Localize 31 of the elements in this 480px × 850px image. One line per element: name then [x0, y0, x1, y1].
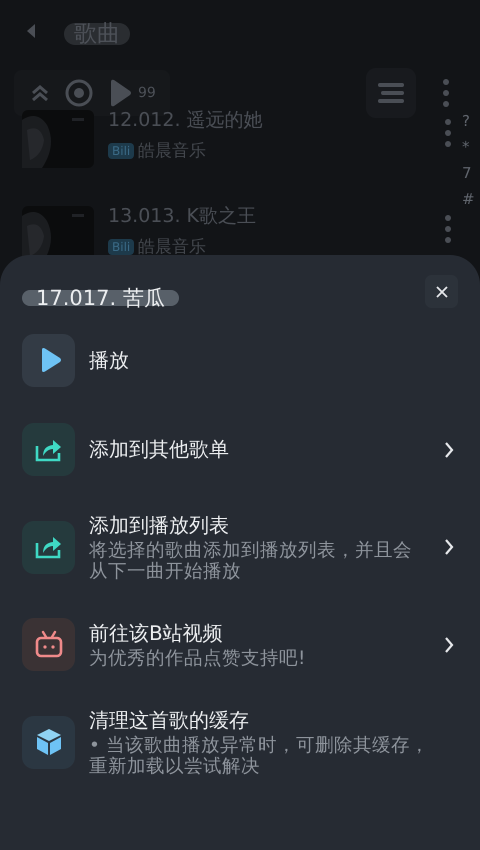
item-title: 前往该B站视频: [89, 620, 224, 647]
sheet-title: 17.017. 苦瓜: [22, 290, 179, 306]
close-icon: [434, 284, 448, 298]
menu-item[interactable]: 清理这首歌的缓存 • 当该歌曲播放异常时，可删除其缓存，重新加载以尝试解决: [22, 707, 454, 777]
menu-item[interactable]: 前往该B站视频 为优秀的作品点赞支持吧!: [22, 618, 454, 671]
more-icon[interactable]: [444, 214, 452, 244]
menu-item[interactable]: 播放: [22, 334, 454, 387]
source-tag: Bili: [108, 142, 134, 158]
more-icon[interactable]: [444, 118, 452, 148]
song-title: 12.012. 遥远的她: [108, 108, 264, 133]
item-description: 将选择的歌曲添加到播放列表，并且会从下一曲开始播放: [89, 540, 413, 582]
item-title: 播放: [89, 347, 130, 374]
back-icon[interactable]: [26, 23, 36, 39]
item-title: 添加到其他歌单: [89, 436, 230, 463]
menu-icon: [377, 82, 405, 104]
tv-icon: [32, 628, 64, 660]
menu-item[interactable]: 添加到播放列表 将选择的歌曲添加到播放列表，并且会从下一曲开始播放: [22, 512, 454, 582]
play-icon[interactable]: [108, 79, 132, 107]
item-description: 为优秀的作品点赞支持吧!: [89, 648, 306, 669]
item-title: 清理这首歌的缓存: [89, 707, 250, 734]
menu-item[interactable]: 添加到其他歌单: [22, 423, 454, 476]
song-title: 13.013. K歌之王: [108, 204, 258, 229]
song-count: 99: [138, 85, 156, 101]
more-icon[interactable]: [442, 78, 450, 108]
close-button[interactable]: [425, 275, 458, 308]
item-title: 添加到播放列表: [89, 512, 230, 539]
target-icon[interactable]: [64, 78, 94, 108]
menu-button[interactable]: [366, 68, 416, 118]
item-description: • 当该歌曲播放异常时，可删除其缓存，重新加载以尝试解决: [89, 735, 430, 777]
double-chevron-up-icon[interactable]: [30, 83, 50, 103]
source-tag: Bili: [108, 238, 134, 254]
